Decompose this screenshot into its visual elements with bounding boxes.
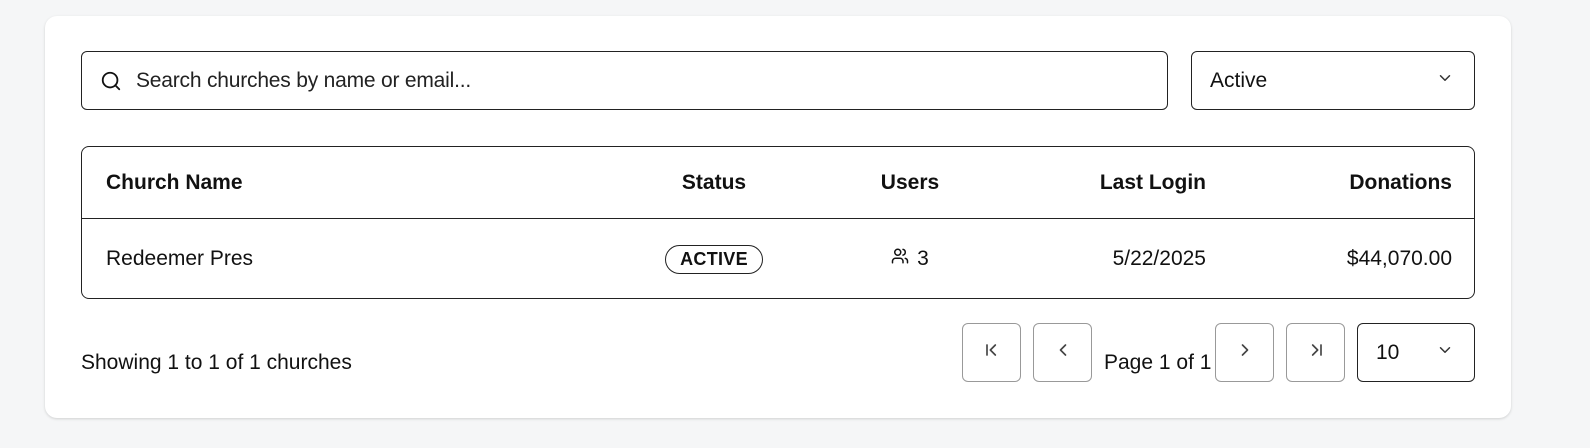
previous-page-button[interactable]	[1033, 323, 1092, 382]
donations-cell: $44,070.00	[1346, 247, 1452, 270]
chevrons-first-icon	[982, 340, 1002, 365]
next-page-button[interactable]	[1215, 323, 1274, 382]
churches-table: Church Name Status Users Last Login Dona…	[81, 146, 1475, 299]
table-row[interactable]: Redeemer Pres ACTIVE 3 5/22/2025 $44,070…	[82, 219, 1474, 298]
chevron-left-icon	[1053, 340, 1073, 365]
church-name-cell: Redeemer Pres	[106, 247, 254, 270]
chevrons-last-icon	[1306, 340, 1326, 365]
search-icon	[100, 70, 122, 92]
chevron-right-icon	[1235, 340, 1255, 365]
users-icon	[891, 247, 909, 271]
users-cell: 3	[810, 219, 1010, 298]
page-size-select[interactable]: 10	[1357, 323, 1475, 382]
users-count: 3	[917, 247, 929, 270]
last-page-button[interactable]	[1286, 323, 1345, 382]
column-header-users[interactable]: Users	[810, 147, 1010, 218]
chevron-down-icon	[1436, 69, 1454, 93]
status-filter-value: Active	[1210, 68, 1268, 92]
column-header-donations[interactable]: Donations	[1232, 147, 1452, 218]
column-header-last-login[interactable]: Last Login	[982, 147, 1206, 218]
table-header-row: Church Name Status Users Last Login Dona…	[82, 147, 1474, 219]
pagination-summary: Showing 1 to 1 of 1 churches	[81, 351, 352, 374]
last-login-cell: 5/22/2025	[1112, 247, 1206, 270]
page-indicator: Page 1 of 1	[1104, 351, 1212, 374]
churches-card: Search churches by name or email... Acti…	[45, 16, 1511, 418]
chevron-down-icon	[1436, 341, 1454, 365]
status-badge: ACTIVE	[665, 244, 763, 274]
status-filter-select[interactable]: Active	[1191, 51, 1475, 110]
column-header-church-name[interactable]: Church Name	[106, 147, 243, 218]
page-size-value: 10	[1376, 340, 1400, 364]
first-page-button[interactable]	[962, 323, 1021, 382]
status-cell: ACTIVE	[614, 219, 814, 298]
search-placeholder: Search churches by name or email...	[136, 68, 471, 92]
column-header-status[interactable]: Status	[614, 147, 814, 218]
search-input[interactable]: Search churches by name or email...	[81, 51, 1168, 110]
